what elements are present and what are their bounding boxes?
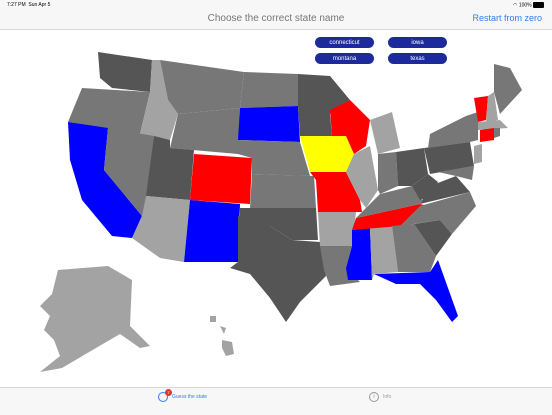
tab-bar: 7 Guess the state i Info [0,387,552,415]
tab-label-info: Info [383,394,392,400]
choice-button-3[interactable]: montana [315,53,374,64]
state-maine[interactable] [494,64,522,114]
globe-icon: 7 [158,389,172,402]
state-washington[interactable] [98,52,152,92]
battery-percent: 100% [518,2,532,9]
status-right: ◠ 100% [513,2,544,8]
tab-info[interactable]: i Info [369,392,391,402]
status-time: 7:27 PM [7,2,26,8]
status-date: Sun Apr 5 [28,2,51,8]
state-new-jersey[interactable] [474,144,482,164]
us-map-area: connecticut iowa montana texas [0,30,552,387]
state-indiana[interactable] [378,152,398,194]
state-montana[interactable] [160,60,244,114]
state-north-dakota[interactable] [240,72,298,108]
choice-button-4[interactable]: texas [388,53,447,64]
tab-guess-the-state[interactable]: 7 Guess the state [158,389,208,402]
state-new-york[interactable] [428,112,478,148]
us-map [40,52,522,372]
state-alaska[interactable] [40,266,150,372]
status-time-date: 7:27 PM Sun Apr 5 [7,2,50,8]
badge-count: 7 [165,389,172,396]
restart-button[interactable]: Restart from zero [472,13,542,23]
status-bar: 7:27 PM Sun Apr 5 ◠ 100% [0,0,552,10]
battery-icon [533,2,544,8]
state-michigan[interactable] [370,112,400,154]
state-kansas[interactable] [250,174,316,208]
info-icon: i [369,392,379,402]
state-iowa[interactable] [300,136,354,172]
nav-bar: Choose the correct state name Restart fr… [0,10,552,30]
choice-button-2[interactable]: iowa [388,37,447,48]
tab-label-guess: Guess the state [172,394,208,400]
state-south-dakota[interactable] [238,106,300,142]
state-new-mexico[interactable] [184,200,240,262]
state-arkansas[interactable] [318,212,356,246]
state-rhode-island[interactable] [494,128,500,138]
wifi-icon: ◠ [513,2,518,9]
state-connecticut[interactable] [480,128,494,142]
page-title: Choose the correct state name [207,13,345,24]
state-hawaii[interactable] [210,316,234,356]
choice-button-1[interactable]: connecticut [315,37,374,48]
state-colorado[interactable] [190,154,252,204]
state-wyoming[interactable] [170,108,240,154]
